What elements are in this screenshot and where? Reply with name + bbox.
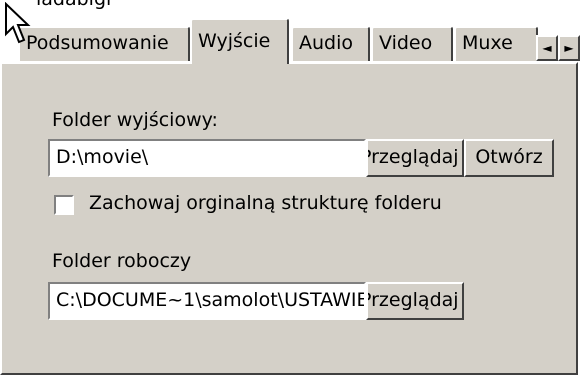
top-strip: ladabigi [0, 0, 581, 18]
output-open-button[interactable]: Otwórz [464, 139, 554, 177]
tab-podsumowanie[interactable]: Podsumowanie [18, 26, 190, 61]
keep-structure-label: Zachowaj orginalną strukturę folderu [89, 192, 442, 214]
tab-label: Audio [299, 32, 354, 54]
tab-audio[interactable]: Audio [291, 26, 370, 61]
mouse-pointer-icon [5, 2, 31, 44]
tab-panel-wyjscie: Folder wyjściowy: D:\movie\ Przeglądaj O… [0, 62, 578, 375]
tab-label: Podsumowanie [26, 32, 169, 54]
tab-label: Wyjście [198, 30, 271, 52]
clipped-heading: ladabigi [36, 0, 111, 10]
output-browse-button[interactable]: Przeglądaj [366, 139, 464, 177]
working-folder-input[interactable]: C:\DOCUME~1\samolot\USTAWIENIA [48, 282, 366, 320]
tab-label: Muxe [462, 32, 513, 54]
tab-scroll-right-button[interactable]: ► [558, 35, 580, 61]
output-folder-label: Folder wyjściowy: [52, 109, 218, 131]
working-browse-button[interactable]: Przeglądaj [366, 282, 464, 320]
tab-video[interactable]: Video [371, 26, 453, 61]
tab-label: Video [379, 32, 433, 54]
keep-structure-checkbox[interactable] [54, 195, 74, 215]
output-folder-input[interactable]: D:\movie\ [48, 139, 366, 177]
tab-muxer[interactable]: Muxe [454, 26, 538, 61]
tab-scroll-left-button[interactable]: ◄ [536, 35, 558, 61]
arrow-right-icon: ► [564, 41, 574, 55]
working-folder-label: Folder roboczy [52, 250, 192, 272]
arrow-left-icon: ◄ [542, 41, 552, 55]
tab-bar: Podsumowanie Wyjście Audio Video Muxe ◄ … [0, 18, 581, 64]
tab-wyjscie[interactable]: Wyjście [190, 18, 289, 64]
